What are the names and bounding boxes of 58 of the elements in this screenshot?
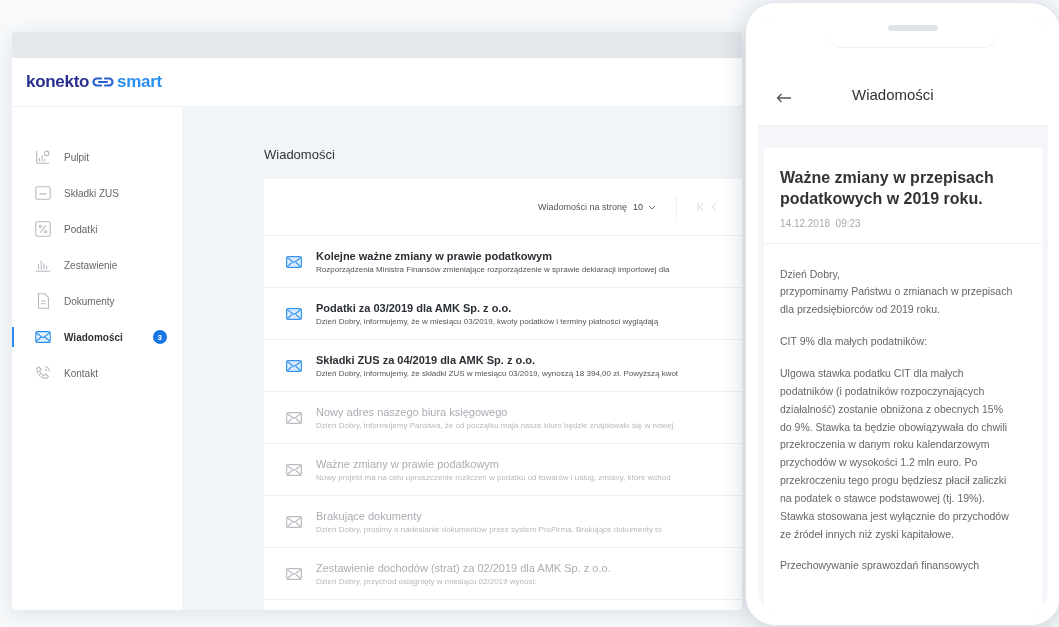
- logo: konekto smart: [26, 72, 162, 92]
- message-title: Zestawienie dochodów (strat) za 02/2019 dla AMK Sp. z o.o.: [316, 561, 611, 574]
- message-row[interactable]: Składki ZUS za 04/2019 dla AMK Sp. z o.o. Dzień Dobry, informujemy, że składki ZUS w miesiącu 03/2019, wynoszą 18 394,00 zł. Powyższą kwot: [264, 340, 742, 392]
- page-title: Wiadomości: [264, 147, 336, 162]
- envelope-icon: [286, 359, 302, 372]
- message-heading: Ważne zmiany w przepisach podatkowych w 2019 roku.: [780, 168, 995, 209]
- message-row[interactable]: Kolejne ważne zmiany w prawie podatkowym Rozporządzenia Ministra Finansów zmieniające rozporządzenie w sprawie deklaracji importowej dla: [264, 236, 742, 288]
- sidebar-item-label: Dokumenty: [64, 295, 115, 307]
- message-paragraph: CIT 9% dla małych podatników:: [780, 334, 928, 350]
- sidebar-item[interactable]: Pulpit: [12, 145, 182, 169]
- link-icon: [92, 77, 115, 87]
- sidebar-item-label: Wiadomości: [64, 331, 123, 343]
- message-date: 14.12.2018 09:23: [780, 217, 862, 229]
- first-page-icon[interactable]: [697, 202, 706, 212]
- percent-icon: [34, 220, 52, 238]
- sidebar-item-label: Składki ZUS: [64, 187, 119, 199]
- sidebar-item[interactable]: Kontakt: [12, 361, 182, 385]
- message-paragraph: Dzień Dobry, przypominamy Państwu o zmianach w przepisach dla przedsiębiorców od 2019 roku.: [780, 266, 1014, 318]
- envelope-icon: [286, 463, 302, 476]
- message-preview: Dzień Dobry, informujemy, że składki ZUS w miesiącu 03/2019, wynoszą 18 394,00 zł. Powyższą kwot: [316, 368, 679, 378]
- message-title: Ważne zmiany w prawie podatkowym: [316, 457, 500, 470]
- sidebar-item-label: Pulpit: [64, 151, 89, 163]
- sidebar-item-label: Kontakt: [64, 367, 98, 379]
- envelope-icon: [34, 328, 52, 346]
- sidebar-item[interactable]: Wiadomości 3: [12, 325, 182, 349]
- sidebar-item[interactable]: Podatki: [12, 217, 182, 241]
- sidebar-item[interactable]: Zestawienie: [12, 253, 182, 277]
- phone-icon: [34, 364, 52, 382]
- back-arrow-icon[interactable]: [776, 93, 792, 103]
- count-badge: 3: [152, 330, 167, 344]
- envelope-icon: [286, 515, 302, 528]
- envelope-icon: [286, 307, 302, 320]
- message-preview: Rozporządzenia Ministra Finansów zmieniające rozporządzenie w sprawie deklaracji importowej dla: [316, 264, 670, 274]
- sidebar-item[interactable]: Dokumenty: [12, 289, 182, 313]
- page-size-label: Wiadomości na stronę: [538, 202, 628, 212]
- envelope-icon: [286, 255, 302, 268]
- message-title: Składki ZUS za 04/2019 dla AMK Sp. z o.o.: [316, 353, 537, 366]
- message-preview: Dzień Dobry, przychód osiągnięty w miesiącu 02/2019 wynosi:: [316, 576, 538, 586]
- sidebar-item-label: Zestawienie: [64, 259, 118, 271]
- envelope-icon: [286, 411, 302, 424]
- sidebar-item-label: Podatki: [64, 223, 98, 235]
- chart-icon: [34, 148, 52, 166]
- message-preview: Dzień Dobry, informujemy, że w miesiącu 03/2019, kwoty podatków i terminy płatności wyglądają: [316, 316, 659, 326]
- previous-page-icon[interactable]: [711, 202, 718, 212]
- phone-title: Wiadomości: [852, 86, 934, 103]
- speaker-slot: [888, 25, 938, 31]
- message-paragraph: Przechowywanie sprawozdań finansowych: [780, 558, 981, 574]
- message-title: Brakujące dokumenty: [316, 509, 423, 522]
- chevron-down-icon: [648, 204, 657, 210]
- message-title: Kolejne ważne zmiany w prawie podatkowym: [316, 249, 553, 262]
- envelope-icon: [286, 567, 302, 580]
- message-paragraph: Ulgowa stawka podatku CIT dla małych podatników (i podatników rozpoczynających działalność) zostanie obniżona z obecnych 15% do 9%. Stawka ta będzie obowiązywała do chwili przekroczenia w danym roku kalendarzowym przychodów w wysokości 1.2 mln euro. Po przekroczeniu tego progu będziesz płacił zaliczki na podatek o stawce podstawowej (tj. 19%). Stawka stosowana jest wyłącznie do przychodów ze źródeł innych niż zyski kapitałowe.: [780, 365, 1010, 542]
- message-title: Nowy adres naszego biura księgowego: [316, 405, 509, 418]
- message-title: Podatki za 03/2019 dla AMK Sp. z o.o.: [316, 301, 513, 314]
- message-row[interactable]: Podatki za 03/2019 dla AMK Sp. z o.o. Dzień Dobry, informujemy, że w miesiącu 03/2019, kwoty podatków i terminy płatności wyglądają: [264, 288, 742, 340]
- page-size-select[interactable]: 10: [633, 202, 657, 212]
- sidebar-item[interactable]: Składki ZUS: [12, 181, 182, 205]
- card-icon: [34, 184, 52, 202]
